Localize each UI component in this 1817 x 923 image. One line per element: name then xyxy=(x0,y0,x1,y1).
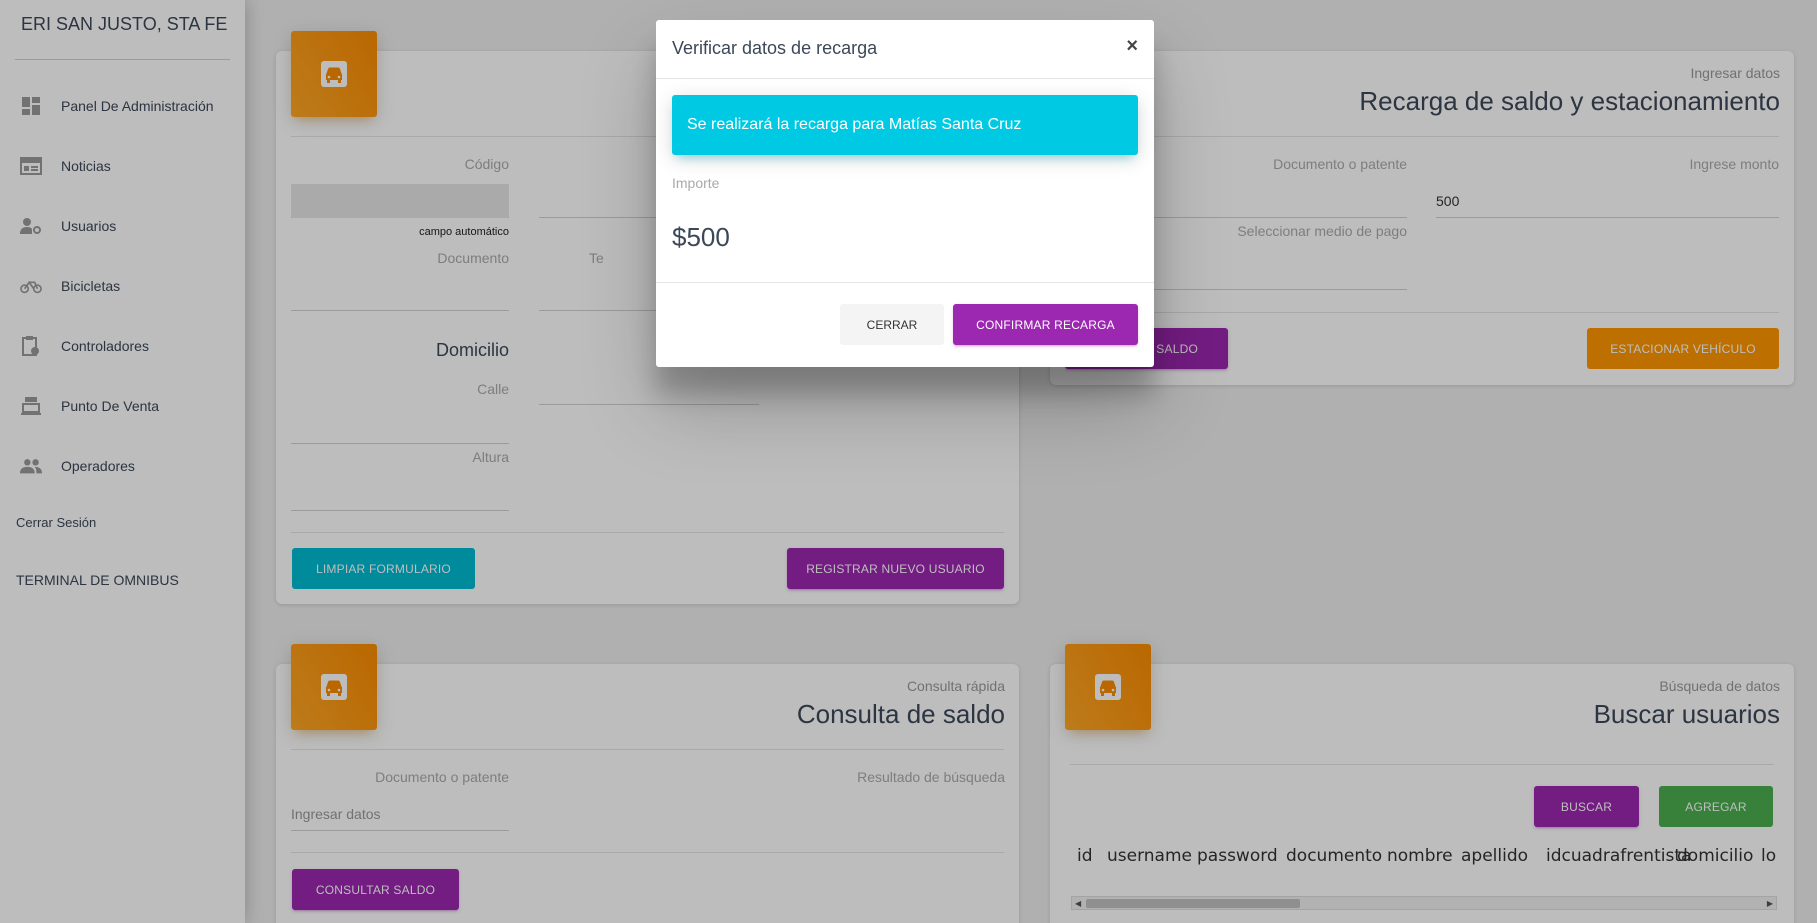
importe-value: $500 xyxy=(672,222,730,252)
modal-footer-divider xyxy=(656,282,1154,283)
modal-header-divider xyxy=(656,78,1154,79)
verify-recharge-modal: Verificar datos de recarga × Se realizar… xyxy=(656,20,1154,367)
close-button[interactable]: CERRAR xyxy=(840,304,944,345)
confirm-recharge-button[interactable]: CONFIRMAR RECARGA xyxy=(953,304,1138,345)
close-icon[interactable]: × xyxy=(1126,35,1138,58)
importe-label: Importe xyxy=(672,175,720,191)
recharge-info-alert: Se realizará la recarga para Matías Sant… xyxy=(672,95,1138,155)
modal-title: Verificar datos de recarga xyxy=(672,38,878,58)
